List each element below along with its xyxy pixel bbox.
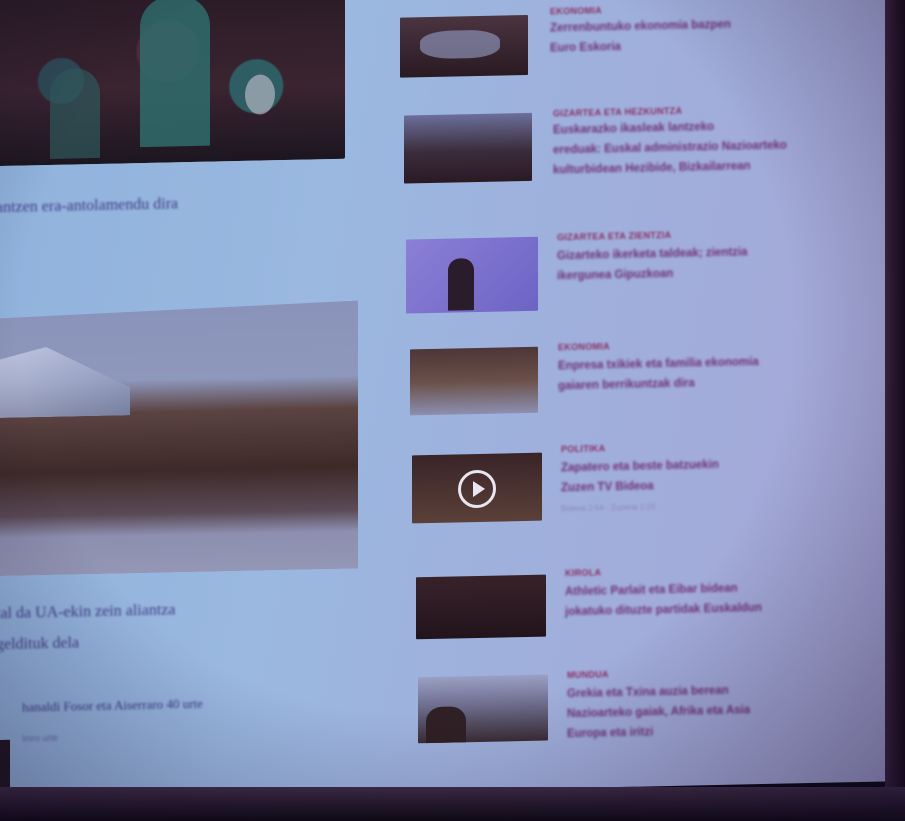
item-thumbnail[interactable]	[404, 112, 532, 184]
monitor-screen: antzen era-antolamendu dira tal da UA-ek…	[0, 0, 892, 801]
list-item[interactable]: KIROLA Athletic Parlait eta Eibar bidean…	[400, 562, 860, 640]
item-thumbnail[interactable]	[406, 236, 538, 314]
item-title[interactable]: Nazioarteko gaiak, Afrika eta Asia	[567, 700, 750, 724]
item-title[interactable]: Zuzen TV Bideoa	[561, 476, 654, 498]
item-thumbnail[interactable]	[400, 14, 528, 78]
list-item[interactable]: GIZARTEA ETA ZIENTZIA Gizarteko ikerketa…	[400, 226, 860, 314]
item-title[interactable]: ikergunea Gipuzkoan	[557, 264, 673, 286]
left-headline-1[interactable]: antzen era-antolamendu dira	[0, 193, 178, 219]
small-headline[interactable]: hanaldi Fosor eta Aiserraro 40 urte	[22, 696, 203, 716]
video-thumbnail[interactable]	[412, 452, 542, 524]
list-item[interactable]: POLITIKA Zapatero eta beste batzuekin Zu…	[400, 438, 860, 524]
item-category[interactable]: EKONOMIA	[558, 341, 610, 352]
item-category[interactable]: GIZARTEA ETA ZIENTZIA	[557, 230, 671, 242]
item-title[interactable]: ereduak: Euskal administrazio Nazioartek…	[553, 136, 787, 161]
item-title[interactable]: Zerrenbuntuko ekonomia bazpen	[550, 15, 731, 39]
item-title[interactable]: Gizarteko ikerketa taldeak; zientzia	[557, 242, 747, 266]
item-title[interactable]: Euro Eskoria	[550, 37, 621, 58]
list-item[interactable]: EKONOMIA Zerrenbuntuko ekonomia bazpen E…	[400, 0, 860, 78]
item-category[interactable]: GIZARTEA ETA HEZKUNTZA	[553, 106, 682, 119]
item-thumbnail[interactable]	[410, 346, 538, 416]
item-category[interactable]: MUNDUA	[567, 669, 609, 680]
item-category[interactable]: EKONOMIA	[550, 5, 602, 16]
item-meta: Bideoa 2:54 · Zuzena 1:15	[561, 502, 656, 514]
list-item[interactable]: EKONOMIA Enpresa txikiek eta familia eko…	[400, 336, 860, 416]
small-meta: Imro urte	[22, 732, 59, 744]
list-item[interactable]: MUNDUA Grekia eta Txina auzia berean Naz…	[400, 664, 860, 744]
list-item[interactable]: GIZARTEA ETA HEZKUNTZA Euskarazko ikasle…	[400, 102, 860, 184]
monitor-bezel-bottom	[0, 787, 905, 821]
item-thumbnail[interactable]	[416, 574, 546, 640]
monitor-bezel-right	[885, 0, 905, 821]
play-icon[interactable]	[458, 469, 496, 509]
item-thumbnail[interactable]	[418, 674, 548, 744]
news-list: EKONOMIA Zerrenbuntuko ekonomia bazpen E…	[400, 0, 860, 744]
item-category[interactable]: POLITIKA	[561, 443, 605, 454]
hero-photo-crowd[interactable]	[0, 0, 345, 167]
left-headline-2-line2[interactable]: geldituk dela	[0, 632, 79, 656]
item-title[interactable]: jokatuko dituzte partidak Euskaldun	[565, 598, 762, 622]
item-title[interactable]: kulturbidean Hezibide, Bizkailarrean	[553, 156, 750, 180]
landscape-photo[interactable]	[0, 301, 358, 577]
item-title[interactable]: gaiaren berrikuntzak dira	[558, 373, 695, 396]
item-title[interactable]: Europa eta iritzi	[567, 722, 653, 744]
left-headline-2-line1[interactable]: tal da UA-ekin zein aliantza	[0, 599, 175, 625]
item-title[interactable]: Zapatero eta beste batzuekin	[561, 455, 719, 478]
item-category[interactable]: KIROLA	[565, 567, 601, 578]
item-title[interactable]: Enpresa txikiek eta familia ekonomia	[558, 352, 759, 376]
